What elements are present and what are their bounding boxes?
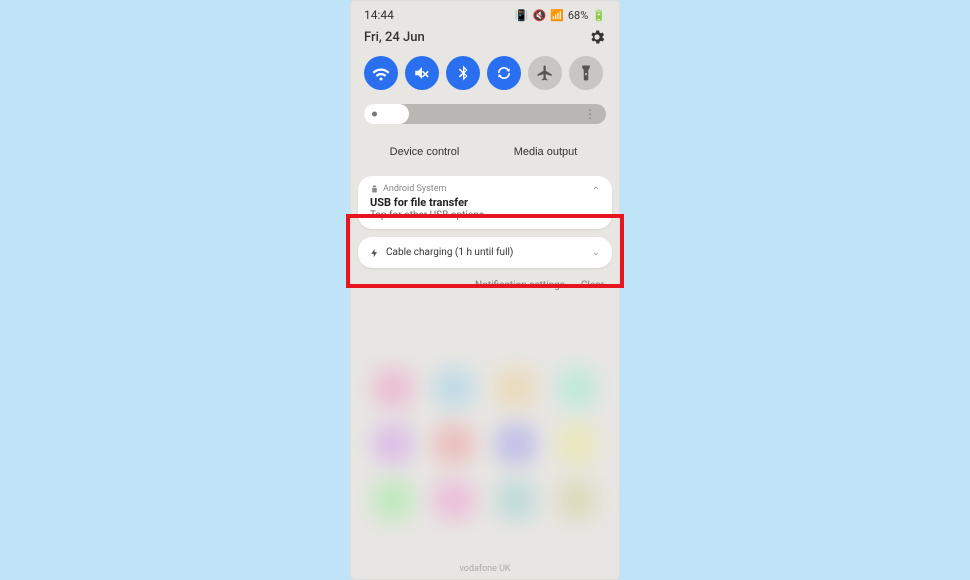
mute-icon [413, 64, 431, 82]
brightness-thumb-icon [372, 112, 377, 117]
battery-icon: 🔋 [592, 9, 606, 22]
device-control-button[interactable]: Device control [364, 138, 485, 166]
brightness-menu-icon[interactable]: ⋮ [584, 107, 596, 121]
autorotate-icon [495, 64, 513, 82]
airplane-icon [536, 64, 554, 82]
media-output-button[interactable]: Media output [485, 138, 606, 166]
status-icons: 📳 🔇 📶 68% 🔋 [515, 9, 606, 22]
signal-icon: 📶 [550, 9, 564, 22]
bolt-icon [370, 248, 380, 258]
status-bar: 14:44 📳 🔇 📶 68% 🔋 [350, 0, 620, 24]
mute-toggle[interactable] [405, 56, 439, 90]
android-icon [370, 185, 379, 194]
date-label: Fri, 24 Jun [364, 30, 425, 45]
wifi-toggle[interactable] [364, 56, 398, 90]
battery-text: 68% [568, 9, 588, 22]
usb-notification[interactable]: Android System USB for file transfer Tap… [358, 176, 612, 229]
clear-link[interactable]: Clear [581, 280, 604, 291]
notification-source: Android System [383, 184, 446, 194]
brightness-slider[interactable]: ⋮ [364, 104, 606, 124]
brightness-fill [364, 104, 409, 124]
volume-icon: 🔇 [532, 9, 546, 22]
chevron-down-icon[interactable]: ⌄ [592, 247, 600, 258]
autorotate-toggle[interactable] [487, 56, 521, 90]
phone-frame: 14:44 📳 🔇 📶 68% 🔋 Fri, 24 Jun ⋮ Device c… [350, 0, 620, 580]
clock: 14:44 [364, 8, 394, 22]
bluetooth-toggle[interactable] [446, 56, 480, 90]
notification-settings-link[interactable]: Notification settings [475, 280, 565, 291]
bluetooth-icon [454, 64, 472, 82]
carrier-label: vodafone UK [350, 564, 620, 574]
quick-toggle-row [350, 52, 620, 94]
chevron-up-icon[interactable]: ⌃ [592, 186, 600, 197]
notification-title: USB for file transfer [370, 196, 600, 209]
wifi-icon [372, 64, 390, 82]
gear-icon[interactable] [588, 28, 606, 46]
flashlight-toggle[interactable] [569, 56, 603, 90]
charging-text: Cable charging (1 h until full) [386, 247, 513, 258]
homescreen-blur [350, 360, 620, 580]
flashlight-icon [577, 64, 595, 82]
airplane-toggle[interactable] [528, 56, 562, 90]
vibrate-icon: 📳 [515, 9, 529, 22]
notification-subtitle: Tap for other USB options. [370, 210, 600, 221]
charging-notification[interactable]: Cable charging (1 h until full) ⌄ [358, 237, 612, 268]
